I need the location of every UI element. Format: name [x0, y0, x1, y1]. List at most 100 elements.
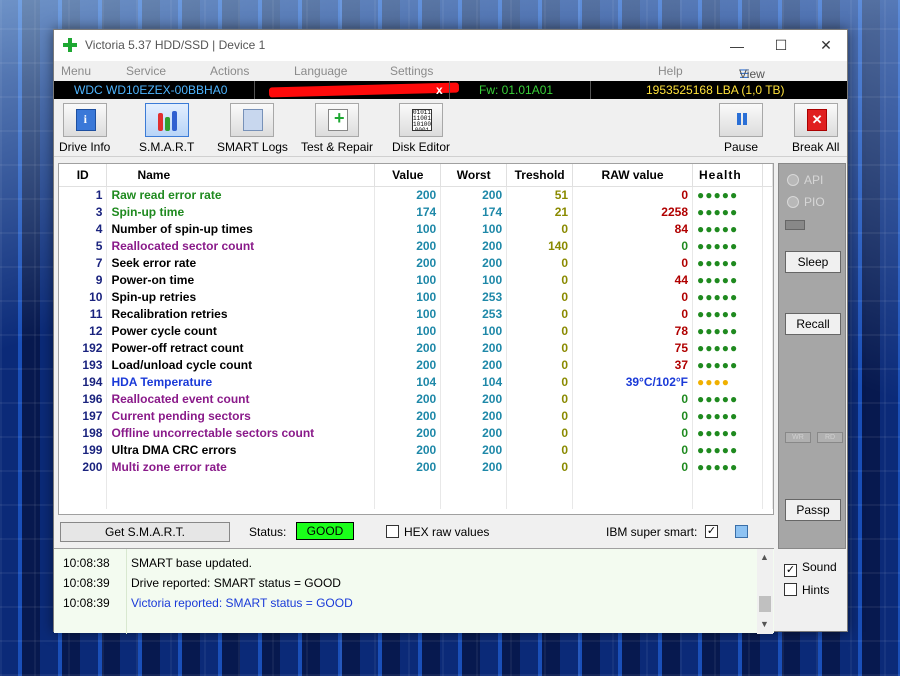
sound-checkbox[interactable]: ✓ — [784, 564, 797, 577]
minimize-button[interactable]: — — [714, 30, 760, 61]
sleep-button[interactable]: Sleep — [785, 251, 841, 273]
header-name[interactable]: Name — [107, 164, 375, 186]
pio-radio[interactable]: PIO — [787, 195, 825, 209]
recall-button[interactable]: Recall — [785, 313, 841, 335]
ibm-super-smart-label: IBM super smart: — [606, 525, 697, 539]
attr-threshold: 0 — [507, 220, 573, 237]
menu-item-menu[interactable]: Menu — [61, 64, 91, 78]
attr-id: 200 — [59, 458, 107, 475]
attr-raw-value: 2258 — [573, 203, 693, 220]
log-panel[interactable]: 10:08:38SMART base updated.10:08:39Drive… — [54, 548, 774, 633]
pause-button[interactable]: Pause — [719, 103, 763, 154]
menu-item-actions[interactable]: Actions — [210, 64, 249, 78]
hex-raw-checkbox[interactable] — [386, 525, 399, 538]
attr-id: 4 — [59, 220, 107, 237]
table-row[interactable]: 194HDA Temperature104104039°C/102°F●●●● — [59, 373, 773, 390]
title-bar[interactable]: Victoria 5.37 HDD/SSD | Device 1 — ☐ ✕ — [54, 30, 847, 61]
wr-button[interactable]: WR — [785, 432, 811, 443]
passp-button[interactable]: Passp — [785, 499, 841, 521]
color-indicator[interactable] — [735, 525, 748, 538]
options-panel: ✓ Sound Hints — [778, 552, 846, 632]
attr-threshold: 51 — [507, 186, 573, 203]
table-row[interactable]: 5Reallocated sector count2002001400●●●●● — [59, 237, 773, 254]
header-worst[interactable]: Worst — [441, 164, 507, 186]
sound-label: Sound — [802, 560, 837, 574]
table-row[interactable]: 9Power-on time100100044●●●●● — [59, 271, 773, 288]
header-health[interactable]: Health — [693, 164, 763, 186]
test-repair-button[interactable]: Test & Repair — [301, 103, 373, 154]
menu-item-language[interactable]: Language — [294, 64, 347, 78]
api-radio[interactable]: API — [787, 173, 823, 187]
status-label: Status: — [249, 525, 286, 539]
rd-button[interactable]: RD — [817, 432, 843, 443]
table-row[interactable]: 11Recalibration retries10025300●●●●● — [59, 305, 773, 322]
attr-raw-value: 0 — [573, 441, 693, 458]
table-row[interactable]: 12Power cycle count100100078●●●●● — [59, 322, 773, 339]
row-spacer — [762, 203, 772, 220]
table-row[interactable]: 197Current pending sectors20020000●●●●● — [59, 407, 773, 424]
row-spacer — [762, 424, 772, 441]
menu-item-help[interactable]: Help — [658, 64, 683, 78]
maximize-button[interactable]: ☐ — [758, 30, 804, 61]
menu-item-service[interactable]: Service — [126, 64, 166, 78]
empty-cell — [762, 475, 772, 492]
table-row[interactable]: 200Multi zone error rate20020000●●●●● — [59, 458, 773, 475]
attr-raw-value: 37 — [573, 356, 693, 373]
header-raw-value[interactable]: RAW value — [573, 164, 693, 186]
row-spacer — [762, 441, 772, 458]
empty-cell — [573, 475, 693, 492]
smart-table-body: 1Raw read error rate200200510●●●●●3Spin-… — [59, 186, 773, 509]
row-spacer — [762, 373, 772, 390]
table-row[interactable]: 7Seek error rate20020000●●●●● — [59, 254, 773, 271]
table-row[interactable]: 199Ultra DMA CRC errors20020000●●●●● — [59, 441, 773, 458]
table-row[interactable]: 196Reallocated event count20020000●●●●● — [59, 390, 773, 407]
attr-id: 193 — [59, 356, 107, 373]
smart-logs-button[interactable]: SMART Logs — [217, 103, 288, 154]
attr-health: ●●●● — [693, 373, 763, 390]
scroll-down-icon[interactable]: ▼ — [760, 619, 769, 629]
break-all-icon — [794, 103, 838, 137]
toolbar: Drive Info S.M.A.R.T SMART Logs Test & R… — [54, 99, 847, 157]
table-row[interactable]: 1Raw read error rate200200510●●●●● — [59, 186, 773, 203]
smart-table-panel[interactable]: ID Name Value Worst Treshold RAW value H… — [58, 163, 774, 515]
attr-health: ●●●●● — [693, 390, 763, 407]
attr-health: ●●●●● — [693, 220, 763, 237]
attr-name: HDA Temperature — [107, 373, 375, 390]
drive-info-button[interactable]: Drive Info — [59, 103, 110, 154]
row-spacer — [762, 254, 772, 271]
table-row[interactable]: 4Number of spin-up times100100084●●●●● — [59, 220, 773, 237]
attr-raw-value: 0 — [573, 407, 693, 424]
row-spacer — [762, 356, 772, 373]
hints-label: Hints — [802, 583, 829, 597]
attr-health: ●●●●● — [693, 424, 763, 441]
close-button[interactable]: ✕ — [803, 30, 849, 61]
table-row[interactable]: 198Offline uncorrectable sectors count20… — [59, 424, 773, 441]
pause-label: Pause — [724, 140, 758, 154]
ibm-super-smart-checkbox[interactable]: ✓ — [705, 525, 718, 538]
hints-checkbox[interactable] — [784, 583, 797, 596]
header-value[interactable]: Value — [375, 164, 441, 186]
scroll-thumb[interactable] — [759, 596, 771, 612]
scroll-up-icon[interactable]: ▲ — [760, 552, 769, 562]
log-scrollbar[interactable]: ▲ ▼ — [757, 549, 773, 634]
break-all-button[interactable]: Break All — [792, 103, 839, 154]
test-repair-label: Test & Repair — [301, 140, 373, 154]
attr-worst: 200 — [441, 254, 507, 271]
disk-editor-button[interactable]: 010110 110011 101000 0001 Disk Editor — [392, 103, 450, 154]
attr-value: 100 — [375, 288, 441, 305]
table-row[interactable]: 3Spin-up time174174212258●●●●● — [59, 203, 773, 220]
empty-cell — [507, 475, 573, 492]
sound-option[interactable]: ✓ Sound — [784, 560, 837, 577]
attr-worst: 200 — [441, 390, 507, 407]
radio-icon — [787, 196, 799, 208]
attr-threshold: 0 — [507, 441, 573, 458]
table-row[interactable]: 10Spin-up retries10025300●●●●● — [59, 288, 773, 305]
table-row[interactable]: 193Load/unload cycle count200200037●●●●● — [59, 356, 773, 373]
header-id[interactable]: ID — [59, 164, 107, 186]
header-threshold[interactable]: Treshold — [507, 164, 573, 186]
smart-button[interactable]: S.M.A.R.T — [139, 103, 194, 154]
hints-option[interactable]: Hints — [784, 583, 829, 597]
table-row[interactable]: 192Power-off retract count200200075●●●●● — [59, 339, 773, 356]
get-smart-button[interactable]: Get S.M.A.R.T. — [60, 522, 230, 542]
menu-item-settings[interactable]: Settings — [390, 64, 433, 78]
